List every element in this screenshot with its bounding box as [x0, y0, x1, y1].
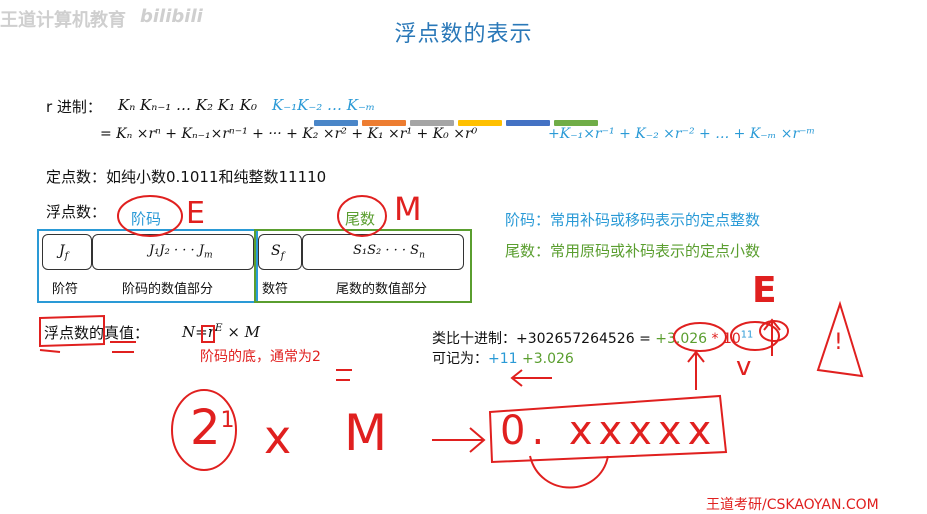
- hw-warn: !: [834, 330, 843, 355]
- equals-marks: [336, 369, 352, 381]
- box-true-value: [39, 314, 105, 348]
- hw-e-power: E: [752, 270, 777, 311]
- footer-brand: 王道考研/CSKAOYAN.COM: [706, 497, 879, 513]
- arrow-right: [432, 427, 486, 453]
- hw-fraction: 0. xxxxx: [500, 408, 718, 454]
- hw-times: x: [264, 410, 292, 464]
- hw-m-mantissa: M: [394, 190, 422, 228]
- hw-check: v: [736, 352, 752, 382]
- underline-1: [39, 349, 61, 353]
- hw-base-sup: 1: [220, 408, 235, 433]
- underline-2: [110, 341, 136, 353]
- circle-mantissa-tag: [337, 195, 387, 237]
- arrow-up-1: [687, 350, 705, 390]
- box-base-r: [201, 325, 215, 343]
- hw-m: M: [344, 404, 388, 462]
- circle-exponent-tag: [117, 195, 183, 237]
- handwriting-annotations: [39, 195, 864, 489]
- arrow-up-2: [763, 318, 781, 356]
- arrow-left: [510, 369, 552, 387]
- circle-mantissa: [673, 322, 727, 352]
- hw-base: 2: [190, 400, 221, 456]
- hw-e-exponent: E: [186, 196, 205, 231]
